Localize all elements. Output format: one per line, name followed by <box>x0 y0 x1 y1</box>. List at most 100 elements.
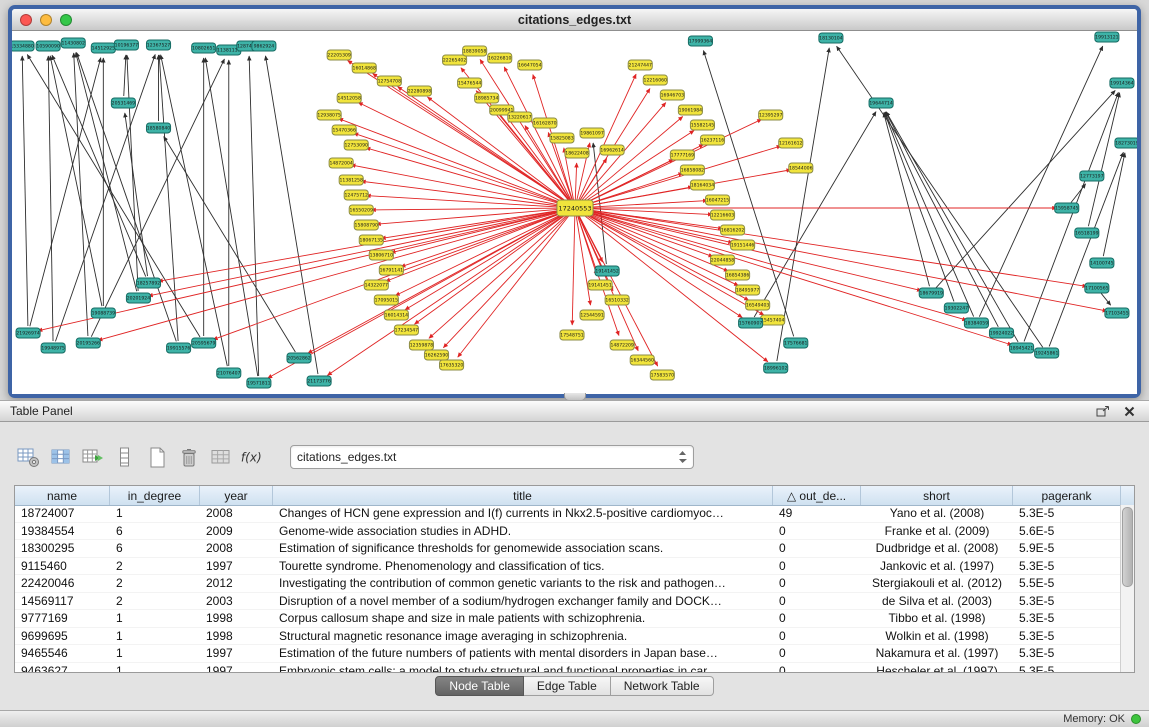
column-header-pagerank[interactable]: pagerank <box>1013 486 1121 505</box>
network-node[interactable]: 13806710 <box>369 250 393 260</box>
network-edge[interactable] <box>52 55 146 276</box>
column-header-in_degree[interactable]: in_degree <box>110 486 200 505</box>
network-node[interactable]: 15470366 <box>332 125 356 135</box>
network-edge[interactable] <box>98 210 568 340</box>
clear-table-button[interactable] <box>208 444 233 470</box>
network-node[interactable]: 18384059 <box>964 318 988 328</box>
network-canvas[interactable]: 1724055322205309160148681275470822280898… <box>12 31 1137 394</box>
network-node[interactable]: 17583570 <box>650 370 674 380</box>
network-node[interactable]: 17548751 <box>560 330 584 340</box>
scrollbar-thumb[interactable] <box>1122 507 1133 587</box>
network-node[interactable]: 22205309 <box>327 50 351 60</box>
network-node[interactable]: 14512925 <box>91 43 115 53</box>
network-node[interactable]: 18580840 <box>146 123 170 133</box>
network-view[interactable]: 1724055322205309160148681275470822280898… <box>12 31 1137 394</box>
network-window-titlebar[interactable]: citations_edges.txt <box>12 9 1137 31</box>
network-node[interactable]: 19245861 <box>1035 348 1059 358</box>
network-node[interactable]: 17103455 <box>1105 308 1129 318</box>
network-node[interactable]: 12216060 <box>643 75 667 85</box>
network-node[interactable]: 18985734 <box>475 93 499 103</box>
network-node[interactable]: 16550209 <box>349 205 373 215</box>
network-node[interactable]: 22265402 <box>443 55 467 65</box>
network-node[interactable]: 19915576 <box>167 343 191 353</box>
network-node[interactable]: 17635320 <box>440 360 464 370</box>
table-row[interactable]: 977716911998Corpus callosum shape and si… <box>15 610 1121 628</box>
network-node[interactable]: 21926974 <box>16 328 40 338</box>
network-node[interactable]: 16047215 <box>705 195 729 205</box>
network-node[interactable]: 15808790 <box>354 220 378 230</box>
network-edge[interactable] <box>581 130 694 204</box>
network-edge[interactable] <box>373 74 570 205</box>
network-edge[interactable] <box>249 56 259 376</box>
network-node[interactable]: 16647054 <box>518 60 542 70</box>
table-row[interactable]: 946362711997Embryonic stem cells: a mode… <box>15 663 1121 674</box>
network-node[interactable]: 14100745 <box>1090 258 1114 268</box>
network-node[interactable]: 19644714 <box>869 98 893 108</box>
network-node[interactable]: 12475712 <box>344 190 368 200</box>
network-edge[interactable] <box>508 118 571 202</box>
zoom-button[interactable] <box>60 14 72 26</box>
network-node[interactable]: 14512058 <box>337 93 361 103</box>
tab-node-table[interactable]: Node Table <box>435 676 524 696</box>
network-edge[interactable] <box>576 215 590 305</box>
network-edge[interactable] <box>22 56 28 326</box>
column-header-name[interactable]: name <box>15 486 110 505</box>
network-node[interactable]: 16791141 <box>379 265 403 275</box>
network-edge[interactable] <box>351 165 568 207</box>
network-edge[interactable] <box>266 56 318 374</box>
network-node[interactable]: 19914364 <box>1110 78 1134 88</box>
column-header-short[interactable]: short <box>861 486 1013 505</box>
table-row[interactable]: 1830029562008Estimation of significance … <box>15 540 1121 558</box>
network-node[interactable]: 16226810 <box>488 53 512 63</box>
network-node[interactable]: 15476544 <box>458 78 482 88</box>
network-edge[interactable] <box>164 137 296 352</box>
table-row[interactable]: 969969511998Structural magnetic resonanc… <box>15 628 1121 646</box>
network-node[interactable]: 19571811 <box>247 378 271 388</box>
network-node[interactable]: 13220617 <box>508 112 532 122</box>
network-node[interactable]: 22044858 <box>710 255 734 265</box>
network-node[interactable]: 16549403 <box>746 300 770 310</box>
function-builder-button[interactable]: f(x) <box>240 444 265 470</box>
network-node[interactable]: 16858082 <box>680 165 704 175</box>
network-node[interactable]: 17095015 <box>374 295 398 305</box>
network-edge[interactable] <box>582 210 713 256</box>
network-node[interactable]: 16014868 <box>352 63 376 73</box>
network-node[interactable]: 14872209 <box>610 340 634 350</box>
table-row[interactable]: 1938455462009Genome-wide association stu… <box>15 523 1121 541</box>
show-columns-button[interactable] <box>48 444 73 470</box>
network-node[interactable]: 18130104 <box>819 33 843 43</box>
new-document-button[interactable] <box>144 444 169 470</box>
network-node[interactable]: 15958745 <box>1055 203 1079 213</box>
network-node[interactable]: 12938075 <box>317 110 341 120</box>
network-node[interactable]: 17777169 <box>670 150 694 160</box>
network-node[interactable]: 12367527 <box>146 40 170 50</box>
column-header-title[interactable]: title <box>273 486 773 505</box>
network-edge[interactable] <box>27 55 200 337</box>
network-edge[interactable] <box>124 55 126 96</box>
network-node[interactable]: 19141452 <box>595 266 619 276</box>
network-node[interactable]: 18273019 <box>1115 138 1137 148</box>
network-node[interactable]: 16946703 <box>660 90 684 100</box>
network-node[interactable]: 14322077 <box>364 280 388 290</box>
network-node[interactable]: 12544591 <box>580 310 604 320</box>
network-node[interactable]: 18622408 <box>565 148 589 158</box>
network-node[interactable]: 20195266 <box>76 338 100 348</box>
network-edge[interactable] <box>381 209 568 238</box>
network-node[interactable]: 19948975 <box>41 343 65 353</box>
network-edge[interactable] <box>371 208 568 210</box>
network-node[interactable]: 16510332 <box>605 295 629 305</box>
network-node[interactable]: 12753090 <box>344 140 368 150</box>
network-node[interactable]: 18996102 <box>764 363 788 373</box>
minimize-button[interactable] <box>40 14 52 26</box>
network-node[interactable]: 17234547 <box>394 325 418 335</box>
network-edge[interactable] <box>76 53 137 292</box>
tab-network-table[interactable]: Network Table <box>611 676 714 696</box>
vertical-scrollbar[interactable] <box>1120 505 1134 672</box>
network-node[interactable]: 16014314 <box>384 310 408 320</box>
network-node[interactable]: 10802651 <box>192 43 216 53</box>
network-edge[interactable] <box>754 112 876 317</box>
network-node[interactable]: 16262590 <box>424 350 448 360</box>
network-node[interactable]: 11381258 <box>339 175 363 185</box>
network-node[interactable]: 18495977 <box>736 285 760 295</box>
row-height-button[interactable] <box>112 444 137 470</box>
